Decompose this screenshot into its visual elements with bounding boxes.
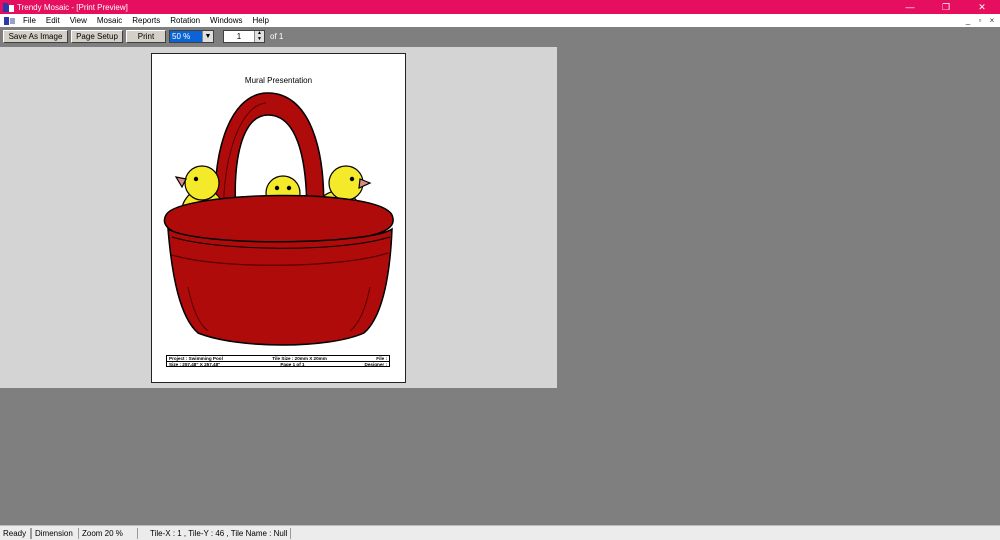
save-as-image-button[interactable]: Save As Image <box>3 30 68 43</box>
window-controls: — ❐ ✕ <box>892 0 1000 14</box>
app-icon <box>3 2 14 12</box>
mosaic-artwork-image <box>163 92 394 346</box>
page-number-spinner[interactable]: 1 ▲ ▼ <box>223 30 265 43</box>
menu-reports[interactable]: Reports <box>127 16 165 25</box>
info-tile-size: Tile Size : 20mm X 20mm <box>272 356 327 361</box>
title-bar: Trendy Mosaic - [Print Preview] — ❐ ✕ <box>0 0 1000 14</box>
window-title: Trendy Mosaic - [Print Preview] <box>17 2 128 12</box>
page-setup-button[interactable]: Page Setup <box>71 30 123 43</box>
zoom-select-value: 50 % <box>170 31 202 42</box>
close-button[interactable]: ✕ <box>964 0 1000 14</box>
menu-mosaic[interactable]: Mosaic <box>92 16 127 25</box>
info-row-2: Size : 257.48" X 257.48" Page 1 of 1 Des… <box>167 361 389 367</box>
spin-down-icon[interactable]: ▼ <box>255 36 264 42</box>
preview-page: Mural Presentation Project: Swimming Po… <box>151 53 406 383</box>
print-preview-area[interactable]: Mural Presentation Project: Swimming Po… <box>0 47 557 388</box>
menu-rotation[interactable]: Rotation <box>165 16 205 25</box>
page-title: Mural Presentation <box>244 76 313 85</box>
status-ready: Ready <box>0 527 31 539</box>
page-number-value[interactable]: 1 <box>224 32 254 41</box>
status-tile-info: Tile-X : 1 , Tile-Y : 46 , Tile Name : N… <box>138 527 292 539</box>
document-icon[interactable] <box>4 16 15 25</box>
mdi-minimize-button[interactable]: _ <box>962 14 974 27</box>
mdi-close-button[interactable]: × <box>986 14 998 27</box>
zoom-select[interactable]: 50 % ▼ <box>169 30 214 43</box>
mdi-restore-button[interactable]: ▫ <box>974 14 986 27</box>
info-file: File : <box>376 356 387 361</box>
menu-bar: File Edit View Mosaic Reports Rotation W… <box>0 14 1000 27</box>
info-designer: Designer : <box>364 362 387 367</box>
menu-file[interactable]: File <box>18 16 41 25</box>
print-button[interactable]: Print <box>126 30 166 43</box>
status-bar: Ready Dimension Zoom 20 % Tile-X : 1 , T… <box>0 525 1000 540</box>
restore-button[interactable]: ❐ <box>928 0 964 14</box>
preview-toolbar: Save As Image Page Setup Print 50 % ▼ 1 … <box>0 27 1000 46</box>
spinner-arrows[interactable]: ▲ ▼ <box>254 31 264 42</box>
menu-windows[interactable]: Windows <box>205 16 247 25</box>
status-dimension: Dimension <box>31 527 79 539</box>
info-project: Project : Swimming Pool <box>169 356 223 361</box>
menu-edit[interactable]: Edit <box>41 16 65 25</box>
chevron-down-icon[interactable]: ▼ <box>202 31 213 42</box>
minimize-button[interactable]: — <box>892 0 928 14</box>
page-total-label: of 1 <box>270 32 284 41</box>
info-size: Size : 257.48" X 257.48" <box>169 362 221 367</box>
page-info-table: Project : Swimming Pool Tile Size : 20mm… <box>166 355 390 367</box>
info-page-of: Page 1 of 1 <box>280 362 305 367</box>
menu-help[interactable]: Help <box>248 16 274 25</box>
menu-view[interactable]: View <box>65 16 92 25</box>
status-zoom: Zoom 20 % <box>79 527 138 539</box>
mdi-controls: _ ▫ × <box>962 14 998 27</box>
